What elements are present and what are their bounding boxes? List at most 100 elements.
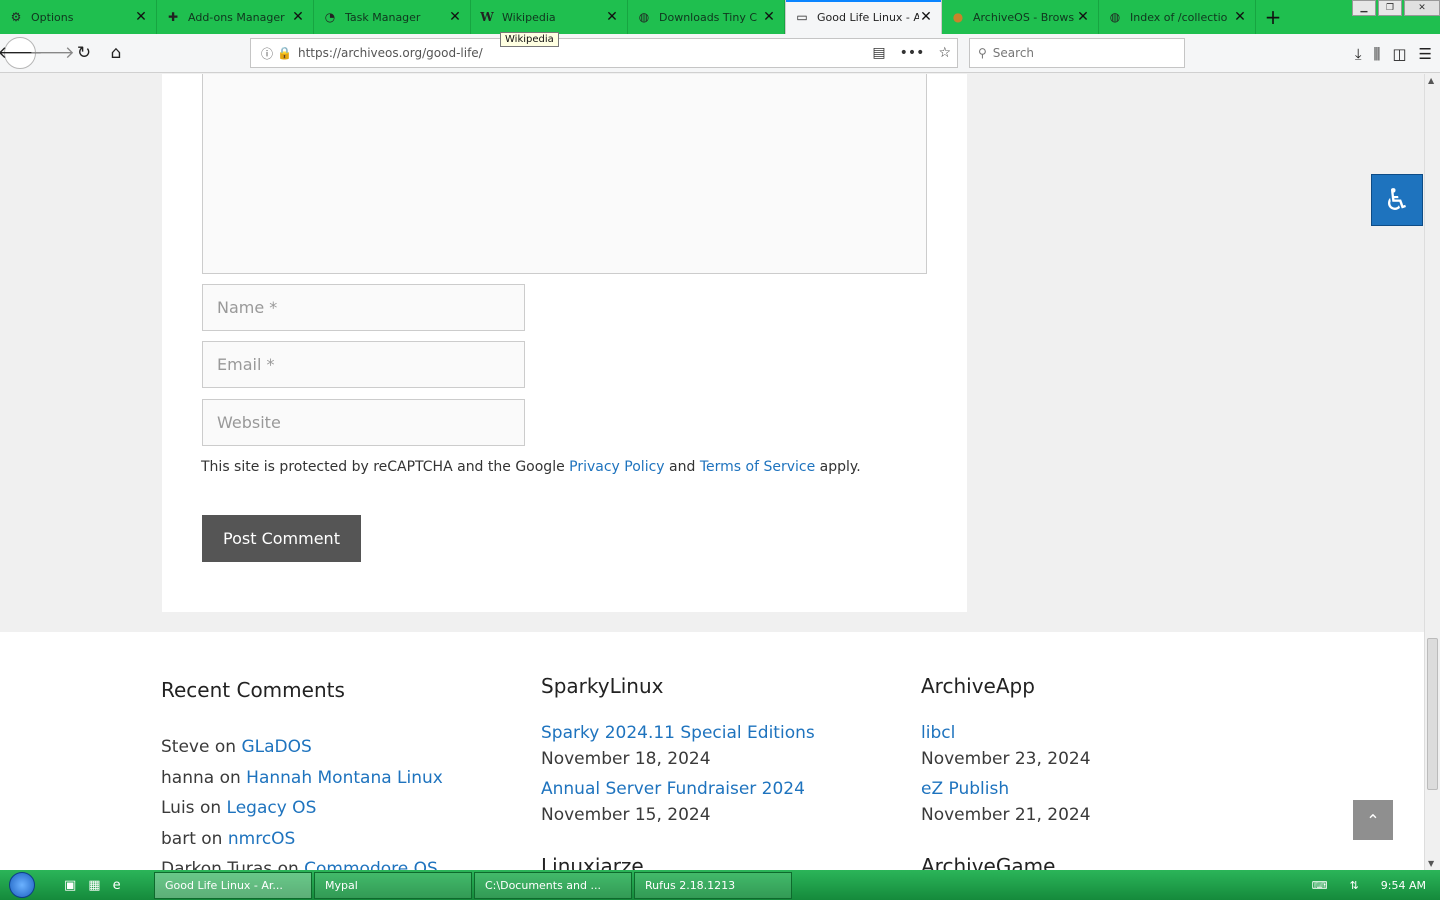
quick-launch: ▣ ▦ e xyxy=(64,878,154,893)
maximize-icon[interactable]: ❐ xyxy=(1378,0,1402,16)
close-tab-icon[interactable]: ✕ xyxy=(134,9,148,25)
post-link[interactable]: Annual Server Fundraiser 2024 xyxy=(541,779,805,799)
close-tab-icon[interactable]: ✕ xyxy=(919,9,933,25)
post-date: November 15, 2024 xyxy=(541,805,711,825)
tab-options[interactable]: ⚙ Options ✕ xyxy=(0,0,157,34)
close-tab-icon[interactable]: ✕ xyxy=(605,9,619,25)
scroll-up-icon[interactable]: ▲ xyxy=(1428,76,1434,85)
search-icon: ⚲ xyxy=(978,46,987,60)
terms-link[interactable]: Terms of Service xyxy=(700,459,815,475)
home-button[interactable]: ⌂ xyxy=(100,37,132,69)
comment-item: bart on nmrcOS xyxy=(161,828,296,849)
menu-icon[interactable]: ☰ xyxy=(1419,45,1432,63)
switch-windows-icon[interactable]: ▦ xyxy=(88,878,100,893)
network-icon[interactable]: ⇅ xyxy=(1350,879,1359,892)
info-icon[interactable]: ⓘ xyxy=(261,45,273,62)
windows-logo-icon xyxy=(9,872,35,898)
scrollbar-thumb[interactable] xyxy=(1427,638,1438,790)
monitor-icon: ▭ xyxy=(796,10,808,24)
close-tab-icon[interactable]: ✕ xyxy=(762,9,776,25)
close-window-icon[interactable]: ✕ xyxy=(1404,0,1440,16)
forward-button[interactable]: 🡒 xyxy=(29,37,75,69)
post-date: November 21, 2024 xyxy=(921,805,1091,825)
comment-post-link[interactable]: GLaDOS xyxy=(241,737,311,757)
sidebar-icon[interactable]: ◫ xyxy=(1392,45,1406,63)
email-field[interactable]: Email * xyxy=(202,341,525,388)
lock-icon[interactable]: 🔒 xyxy=(277,46,292,60)
post-link[interactable]: Sparky 2024.11 Special Editions xyxy=(541,723,815,743)
system-tray: ⌨ ⇅ 9:54 AM xyxy=(1312,870,1426,900)
post-comment-button[interactable]: Post Comment xyxy=(202,515,361,562)
comment-textarea[interactable] xyxy=(202,74,927,274)
comment-item: hanna on Hannah Montana Linux xyxy=(161,767,443,788)
privacy-policy-link[interactable]: Privacy Policy xyxy=(569,459,664,475)
tab-wikipedia[interactable]: W Wikipedia ✕ xyxy=(471,0,628,34)
taskbar-button-mypal[interactable]: Mypal xyxy=(314,871,472,899)
tab-bar: ⚙ Options ✕ ✚ Add-ons Manager ✕ ◔ Task Manage… xyxy=(0,0,1440,34)
footer-widgets: Recent Comments Steve on GLaDOS hanna on… xyxy=(0,632,1424,870)
comment-item: Steve on GLaDOS xyxy=(161,737,312,757)
page-actions-icon[interactable]: ••• xyxy=(900,45,925,61)
comment-item: Luis on Legacy OS xyxy=(161,798,317,818)
comment-post-link[interactable]: Commodore OS xyxy=(304,859,438,870)
bookmark-star-icon[interactable]: ☆ xyxy=(938,45,951,61)
close-tab-icon[interactable]: ✕ xyxy=(1076,9,1090,25)
taskbar: ▣ ▦ e Good Life Linux - Ar... Mypal C:\D… xyxy=(0,870,1440,900)
taskbar-button-7zip[interactable]: C:\Documents and ... xyxy=(474,871,632,899)
window-controls: ▁ ❐ ✕ xyxy=(1350,0,1440,16)
start-button[interactable] xyxy=(0,870,44,900)
tab-archiveos[interactable]: ● ArchiveOS - Brows ✕ xyxy=(942,0,1099,34)
clock[interactable]: 9:54 AM xyxy=(1381,879,1426,892)
widget-title: Recent Comments xyxy=(161,678,345,702)
download-icon[interactable]: ⤓ xyxy=(1355,45,1362,63)
scroll-to-top-button[interactable]: ⌃ xyxy=(1353,800,1393,840)
search-input[interactable]: ⚲ Search xyxy=(969,38,1185,68)
scroll-down-icon[interactable]: ▼ xyxy=(1428,859,1434,868)
tab-good-life[interactable]: ▭ Good Life Linux - A ✕ xyxy=(785,0,942,34)
tab-index[interactable]: ◍ Index of /collectio ✕ xyxy=(1099,0,1256,34)
internet-explorer-icon[interactable]: e xyxy=(113,878,121,893)
comment-item: Darkon Turas on Commodore OS xyxy=(161,854,443,870)
url-text[interactable]: https://archiveos.org/good-life/ xyxy=(298,46,872,60)
website-field[interactable]: Website xyxy=(202,399,525,446)
keyboard-icon[interactable]: ⌨ xyxy=(1312,879,1328,892)
reader-mode-icon[interactable]: ▤ xyxy=(872,45,885,61)
tab-task-manager[interactable]: ◔ Task Manager ✕ xyxy=(314,0,471,34)
archive-icon: ● xyxy=(952,10,964,24)
comment-post-link[interactable]: Legacy OS xyxy=(227,798,317,818)
gauge-icon: ◔ xyxy=(324,10,336,24)
tab-tooltip: Wikipedia xyxy=(500,32,559,47)
url-bar[interactable]: ⓘ 🔒 https://archiveos.org/good-life/ ▤ •… xyxy=(250,38,958,68)
widget-title: ArchiveApp xyxy=(921,674,1035,698)
widget-title: SparkyLinux xyxy=(541,674,664,698)
close-tab-icon[interactable]: ✕ xyxy=(1233,9,1247,25)
library-icon[interactable]: ⫼ xyxy=(1373,45,1380,63)
globe-icon: ◍ xyxy=(1109,10,1121,24)
close-tab-icon[interactable]: ✕ xyxy=(291,9,305,25)
recent-comments-widget: Recent Comments Steve on GLaDOS hanna on… xyxy=(161,678,443,870)
post-link[interactable]: libcl xyxy=(921,723,955,743)
widget-title: ArchiveGame xyxy=(921,854,1056,870)
vertical-scrollbar[interactable]: ▲ ▼ xyxy=(1424,74,1440,870)
archiveapp-widget: ArchiveApp libcl November 23, 2024 eZ Pu… xyxy=(921,674,1091,870)
new-tab-button[interactable]: + xyxy=(1256,0,1290,34)
accessibility-icon[interactable]: ♿ xyxy=(1371,174,1423,226)
search-placeholder: Search xyxy=(992,46,1035,60)
taskbar-button-rufus[interactable]: Rufus 2.18.1213 xyxy=(634,871,792,899)
sparkylinux-widget: SparkyLinux Sparky 2024.11 Special Editi… xyxy=(541,674,815,870)
name-field[interactable]: Name * xyxy=(202,284,525,331)
comment-post-link[interactable]: nmrcOS xyxy=(228,829,295,849)
puzzle-icon: ✚ xyxy=(167,10,179,24)
tab-downloads[interactable]: ◍ Downloads Tiny C ✕ xyxy=(628,0,785,34)
post-date: November 23, 2024 xyxy=(921,749,1091,769)
reload-button[interactable]: ↻ xyxy=(68,37,100,69)
wikipedia-icon: W xyxy=(480,10,494,24)
toolbar-icons: ⤓ ⫼ ◫ ☰ xyxy=(1355,34,1432,73)
taskbar-button-good-life[interactable]: Good Life Linux - Ar... xyxy=(154,871,312,899)
post-link[interactable]: eZ Publish xyxy=(921,779,1009,799)
minimize-icon[interactable]: ▁ xyxy=(1352,0,1376,16)
comment-post-link[interactable]: Hannah Montana Linux xyxy=(246,768,443,788)
show-desktop-icon[interactable]: ▣ xyxy=(64,878,76,893)
tab-addons[interactable]: ✚ Add-ons Manager ✕ xyxy=(157,0,314,34)
close-tab-icon[interactable]: ✕ xyxy=(448,9,462,25)
